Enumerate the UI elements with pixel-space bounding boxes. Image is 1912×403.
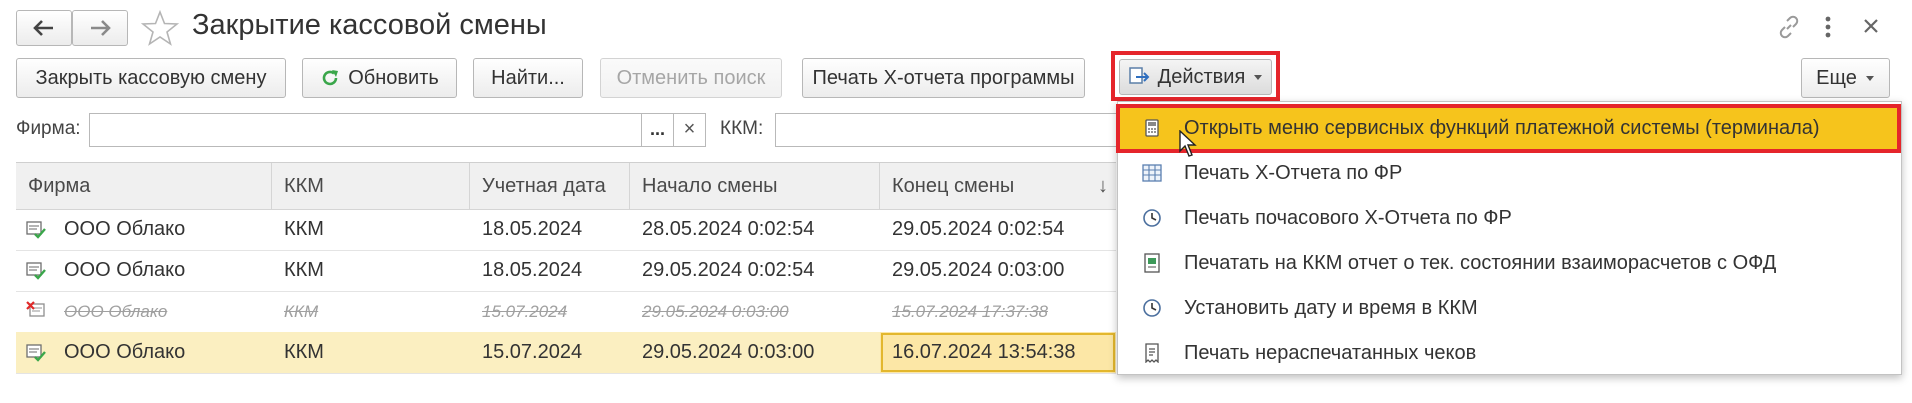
select-label: ... [649,119,665,139]
cell-firm: ООО Облако [64,218,186,240]
table-row[interactable]: ООО Облако ККМ 18.05.2024 29.05.2024 0:0… [16,250,1116,292]
find-label: Найти... [491,66,565,89]
clock-icon [1143,209,1161,227]
sort-down-icon: ↓ [1098,175,1108,197]
cell-date: 18.05.2024 [482,218,583,240]
star-icon[interactable] [141,10,179,46]
cell-end: 29.05.2024 0:03:00 [892,259,1065,281]
close-shift-label: Закрыть кассовую смену [35,66,267,89]
receipt-icon [1145,343,1159,363]
cell-kkm: ККМ [284,218,324,240]
refresh-label: Обновить [348,66,439,89]
close-icon[interactable] [1862,17,1880,35]
actions-button[interactable]: Действия [1119,59,1272,95]
refresh-icon [322,70,339,86]
menu-item-payment-terminal[interactable]: Открыть меню сервисных функций платежной… [1116,104,1901,153]
cell-kkm: ККМ [284,341,324,363]
cell-date: 18.05.2024 [482,259,583,281]
menu-item-label: Открыть меню сервисных функций платежной… [1184,117,1820,139]
table-row[interactable]: ООО Облако ККМ 18.05.2024 28.05.2024 0:0… [16,209,1116,251]
arrow-left-icon [33,20,53,36]
firm-clear-button[interactable]: × [673,113,706,147]
cancel-search-label: Отменить поиск [616,66,766,89]
cell-end: 29.05.2024 0:02:54 [892,218,1065,240]
cell-start: 29.05.2024 0:03:00 [642,302,789,321]
menu-item-label: Установить дату и время в ККМ [1184,297,1478,319]
menu-item-label: Печатать на ККМ отчет о тек. состоянии в… [1184,252,1777,274]
chevron-down-icon [1865,76,1874,81]
cancel-search-button[interactable]: Отменить поиск [600,58,782,98]
firm-filter-label: Фирма: [16,118,81,139]
mouse-cursor-icon [1179,130,1197,157]
print-x-report-label: Печать X-отчета программы [812,66,1075,89]
clock-icon [1143,299,1161,317]
more-button[interactable]: Еще [1801,58,1890,98]
document-posted-icon [26,344,46,362]
print-x-report-button[interactable]: Печать X-отчета программы [802,58,1085,98]
document-posted-icon [26,262,46,280]
cell-start: 29.05.2024 0:03:00 [642,341,815,363]
cell-end-focused[interactable]: 16.07.2024 13:54:38 [880,332,1116,373]
firm-select-button[interactable]: ... [641,113,674,147]
chevron-down-icon [1254,75,1263,80]
terminal-icon [1145,119,1159,137]
cell-kkm: ККМ [284,259,324,281]
close-shift-button[interactable]: Закрыть кассовую смену [16,58,286,98]
column-header-kkm[interactable]: ККМ [272,163,470,209]
menu-item-print-hourly-x-report[interactable]: Печать почасового X-Отчета по ФР [1118,196,1899,241]
link-icon[interactable] [1776,14,1802,40]
menu-item-set-datetime[interactable]: Установить дату и время в ККМ [1118,286,1899,331]
cell-start: 28.05.2024 0:02:54 [642,218,815,240]
document-icon [1144,253,1160,273]
cell-firm: ООО Облако [64,302,168,321]
column-header-firm[interactable]: Фирма [16,163,272,209]
page-title: Закрытие кассовой смены [192,9,547,41]
table-header: Фирма ККМ Учетная дата Начало смены Коне… [16,163,1116,210]
column-header-end[interactable]: Конец смены [880,163,1116,209]
cell-firm: ООО Облако [64,259,186,281]
forward-button[interactable] [72,10,128,46]
actions-icon [1128,67,1150,84]
cell-date: 15.07.2024 [482,341,583,363]
cell-date: 15.07.2024 [482,302,568,321]
more-label: Еще [1816,66,1857,89]
actions-label: Действия [1157,65,1246,88]
column-header-start[interactable]: Начало смены [630,163,880,209]
firm-filter-input[interactable] [89,113,642,147]
cell-kkm: ККМ [284,302,319,321]
cell-firm: ООО Облако [64,341,186,363]
menu-item-label: Печать нераспечатанных чеков [1184,342,1477,364]
menu-item-print-ofd-report[interactable]: Печатать на ККМ отчет о тек. состоянии в… [1118,241,1899,286]
cell-end: 15.07.2024 17:37:38 [892,302,1048,321]
document-posted-icon [26,221,46,239]
find-button[interactable]: Найти... [473,58,583,98]
menu-item-label: Печать X-Отчета по ФР [1184,162,1403,184]
document-deleted-icon [26,301,45,317]
kkm-filter-input[interactable] [775,113,1120,147]
table-icon [1142,164,1162,182]
column-header-date[interactable]: Учетная дата [470,163,630,209]
menu-item-print-unprinted-receipts[interactable]: Печать нераспечатанных чеков [1118,331,1899,376]
cell-start: 29.05.2024 0:02:54 [642,259,815,281]
table-row[interactable]: ООО Облако ККМ 15.07.2024 29.05.2024 0:0… [16,291,1116,333]
back-button[interactable] [16,10,72,46]
menu-item-label: Печать почасового X-Отчета по ФР [1184,207,1512,229]
kebab-icon[interactable] [1823,14,1833,40]
kkm-filter-label: ККМ: [720,118,764,139]
actions-menu: Открыть меню сервисных функций платежной… [1116,101,1902,376]
clear-label: × [683,118,696,140]
arrow-right-icon [91,20,111,36]
table-row-selected[interactable]: ООО Облако ККМ 15.07.2024 29.05.2024 0:0… [16,332,1116,374]
menu-item-print-x-report[interactable]: Печать X-Отчета по ФР [1118,151,1899,196]
refresh-button[interactable]: Обновить [302,58,457,98]
shifts-table: Фирма ККМ Учетная дата Начало смены Коне… [16,162,1116,403]
